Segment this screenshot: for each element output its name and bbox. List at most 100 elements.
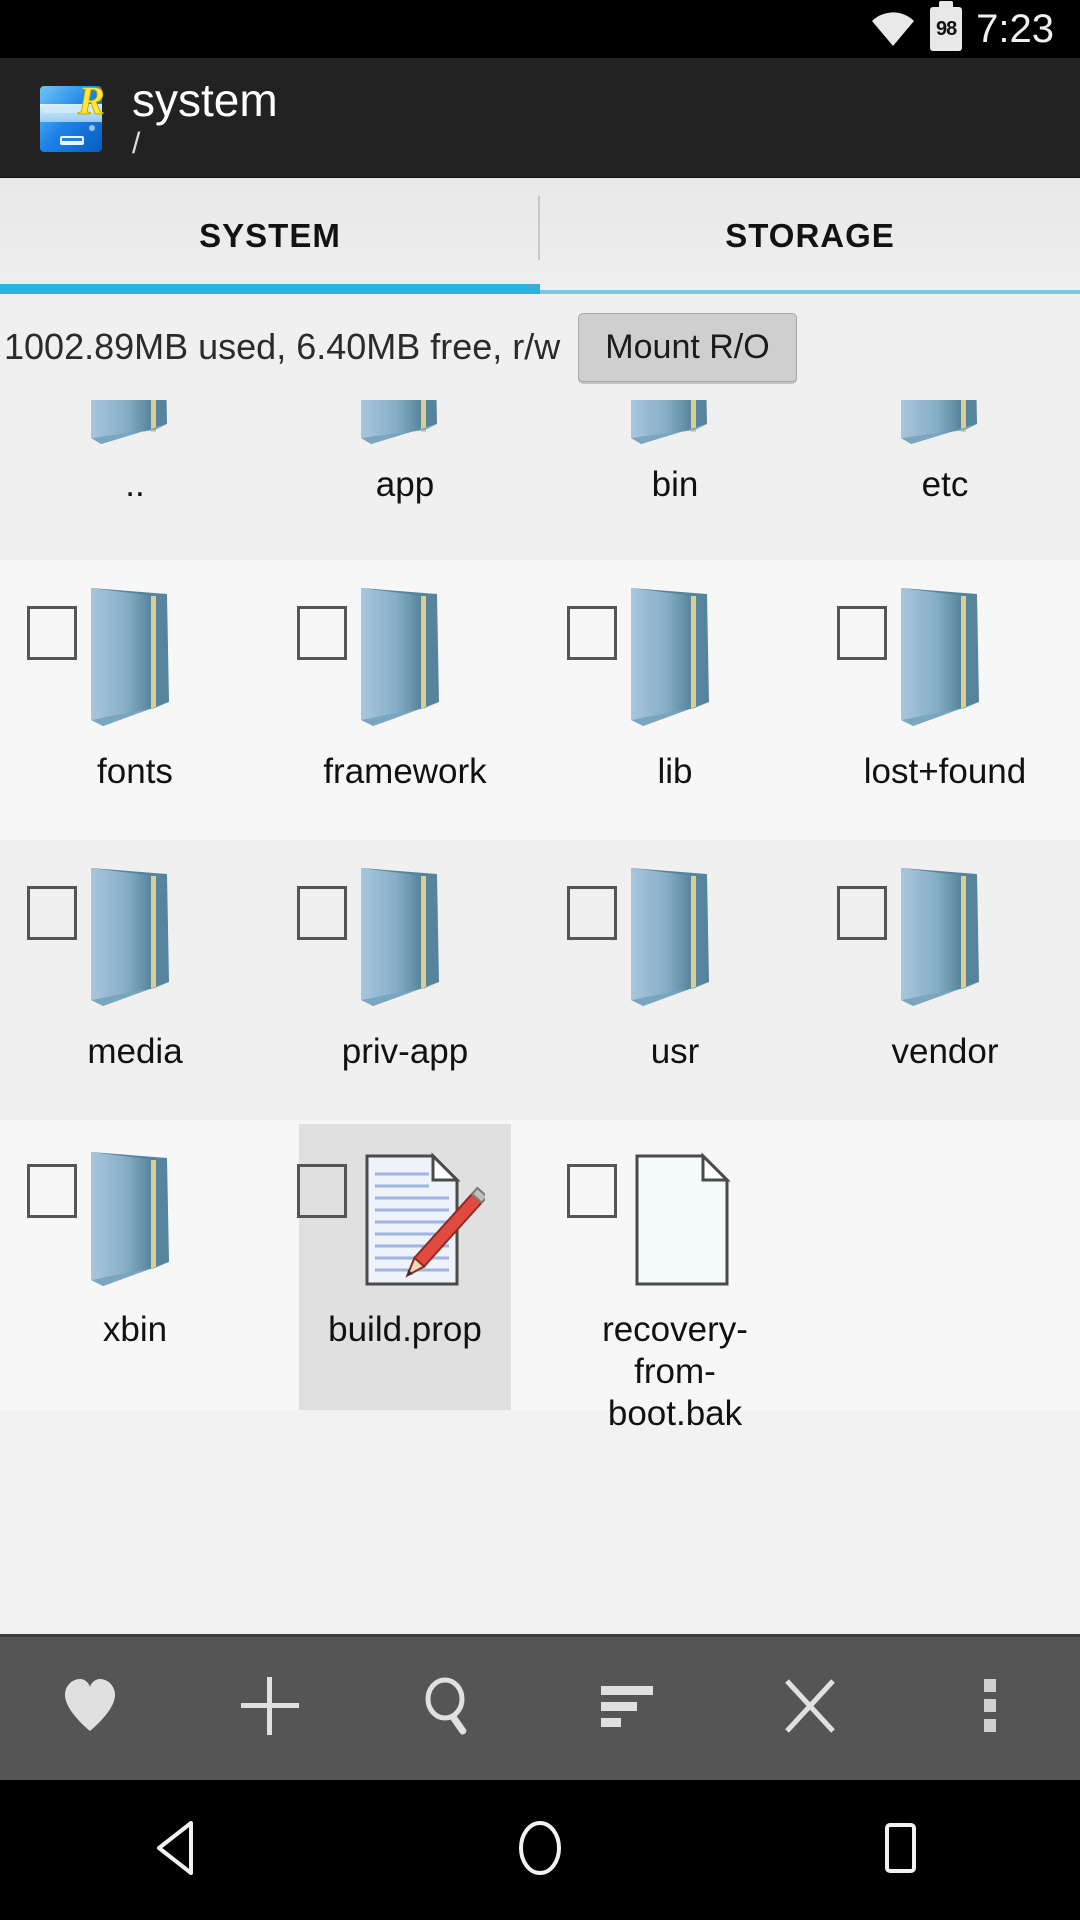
list-item[interactable]: app bbox=[270, 400, 540, 560]
root-explorer-icon[interactable]: R bbox=[34, 78, 110, 158]
tab-bar: SYSTEM STORAGE bbox=[0, 178, 1080, 294]
breadcrumb-path: / bbox=[132, 126, 141, 160]
status-bar: 98 7:23 bbox=[0, 0, 1080, 58]
nav-back-button[interactable] bbox=[0, 1780, 360, 1920]
tab-storage[interactable]: STORAGE bbox=[540, 178, 1080, 294]
close-button[interactable] bbox=[720, 1637, 900, 1780]
list-item-label: media bbox=[87, 1032, 183, 1071]
search-icon bbox=[418, 1674, 482, 1743]
list-item[interactable]: etc bbox=[810, 400, 1080, 560]
list-item[interactable]: fonts bbox=[0, 560, 270, 840]
wifi-icon bbox=[870, 11, 916, 47]
folder-icon bbox=[27, 860, 215, 1025]
battery-icon: 98 bbox=[930, 7, 963, 51]
list-item[interactable]: lib bbox=[540, 560, 810, 840]
list-item[interactable]: xbin bbox=[0, 1120, 270, 1410]
text-file-icon bbox=[297, 1144, 485, 1299]
list-item-label: framework bbox=[323, 752, 487, 791]
status-bar-clock: 7:23 bbox=[976, 7, 1054, 51]
list-item[interactable]: recovery-from-boot.bak bbox=[540, 1120, 810, 1433]
tab-storage-label: STORAGE bbox=[725, 217, 895, 254]
list-item-label: priv-app bbox=[341, 1032, 469, 1071]
home-circle-icon bbox=[511, 1817, 569, 1884]
folder-icon bbox=[55, 400, 215, 462]
table-row: fonts framework lib lost+found bbox=[0, 560, 1080, 840]
item-checkbox[interactable] bbox=[567, 606, 617, 660]
list-item-label: fonts bbox=[97, 752, 173, 791]
item-checkbox[interactable] bbox=[297, 1164, 347, 1218]
add-button[interactable] bbox=[180, 1637, 360, 1780]
plus-icon bbox=[237, 1673, 303, 1744]
close-x-icon bbox=[779, 1675, 841, 1742]
list-item[interactable]: .. bbox=[0, 400, 270, 560]
table-row: media priv-app usr vendor bbox=[0, 840, 1080, 1120]
folder-icon bbox=[567, 580, 755, 745]
list-item-label: recovery-from-boot.bak bbox=[602, 1310, 748, 1433]
item-checkbox[interactable] bbox=[297, 606, 347, 660]
nav-home-button[interactable] bbox=[360, 1780, 720, 1920]
folder-icon bbox=[567, 860, 755, 1025]
sort-icon bbox=[597, 1678, 663, 1739]
file-icon bbox=[567, 1144, 755, 1299]
folder-icon bbox=[325, 400, 485, 462]
android-nav-bar bbox=[0, 1780, 1080, 1920]
item-checkbox[interactable] bbox=[837, 606, 887, 660]
list-item-label: .. bbox=[125, 465, 145, 504]
item-checkbox[interactable] bbox=[837, 886, 887, 940]
item-checkbox[interactable] bbox=[567, 886, 617, 940]
folder-icon bbox=[865, 400, 1025, 462]
list-item-label: usr bbox=[650, 1032, 700, 1071]
page-title: system bbox=[132, 73, 278, 126]
list-item-label: etc bbox=[921, 465, 969, 504]
list-item-label: vendor bbox=[891, 1032, 999, 1071]
folder-icon bbox=[27, 1144, 215, 1299]
item-checkbox[interactable] bbox=[27, 886, 77, 940]
list-item[interactable]: usr bbox=[540, 840, 810, 1120]
list-item[interactable]: framework bbox=[270, 560, 540, 840]
overflow-menu-button[interactable] bbox=[900, 1637, 1080, 1780]
item-checkbox[interactable] bbox=[297, 886, 347, 940]
list-item-label: xbin bbox=[102, 1310, 168, 1349]
list-item-empty bbox=[810, 1120, 1080, 1410]
list-item-label: bin bbox=[651, 465, 699, 504]
folder-icon bbox=[297, 580, 485, 745]
tab-system-underline bbox=[0, 284, 540, 294]
search-button[interactable] bbox=[360, 1637, 540, 1780]
file-grid[interactable]: .. app bin etc fonts framework lib lost+… bbox=[0, 400, 1080, 1634]
item-checkbox[interactable] bbox=[27, 1164, 77, 1218]
list-item[interactable]: bin bbox=[540, 400, 810, 560]
folder-icon bbox=[595, 400, 755, 462]
table-row: xbin build.prop recovery-from-boot.bak bbox=[0, 1120, 1080, 1433]
list-item-label: app bbox=[375, 465, 435, 504]
list-item-label: lib bbox=[657, 752, 693, 791]
item-checkbox[interactable] bbox=[27, 606, 77, 660]
android-screen: 98 7:23 R system / SYSTEM STORAGE 1002.8… bbox=[0, 0, 1080, 1920]
mount-ro-button[interactable]: Mount R/O bbox=[578, 312, 797, 382]
list-item[interactable]: build.prop bbox=[270, 1120, 540, 1410]
tab-storage-underline bbox=[540, 290, 1080, 294]
tab-system[interactable]: SYSTEM bbox=[0, 178, 540, 294]
list-item[interactable]: lost+found bbox=[810, 560, 1080, 840]
folder-icon bbox=[837, 860, 1025, 1025]
tab-system-label: SYSTEM bbox=[199, 217, 341, 254]
list-item[interactable]: media bbox=[0, 840, 270, 1120]
app-header: R system / bbox=[0, 58, 1080, 178]
sort-button[interactable] bbox=[540, 1637, 720, 1780]
heart-icon bbox=[59, 1675, 121, 1742]
header-titles: system / bbox=[132, 74, 278, 162]
list-item[interactable]: priv-app bbox=[270, 840, 540, 1120]
mount-info-text: 1002.89MB used, 6.40MB free, r/w bbox=[4, 326, 561, 367]
battery-level: 98 bbox=[936, 18, 957, 40]
folder-icon bbox=[297, 860, 485, 1025]
back-triangle-icon bbox=[151, 1817, 209, 1884]
folder-icon bbox=[27, 580, 215, 745]
folder-icon bbox=[837, 580, 1025, 745]
favorites-button[interactable] bbox=[0, 1637, 180, 1780]
item-checkbox[interactable] bbox=[567, 1164, 617, 1218]
bottom-toolbar bbox=[0, 1634, 1080, 1780]
nav-recents-button[interactable] bbox=[720, 1780, 1080, 1920]
list-item-label: lost+found bbox=[863, 752, 1027, 791]
overflow-dots-icon bbox=[980, 1675, 1000, 1742]
recents-square-icon bbox=[871, 1817, 929, 1884]
list-item[interactable]: vendor bbox=[810, 840, 1080, 1120]
